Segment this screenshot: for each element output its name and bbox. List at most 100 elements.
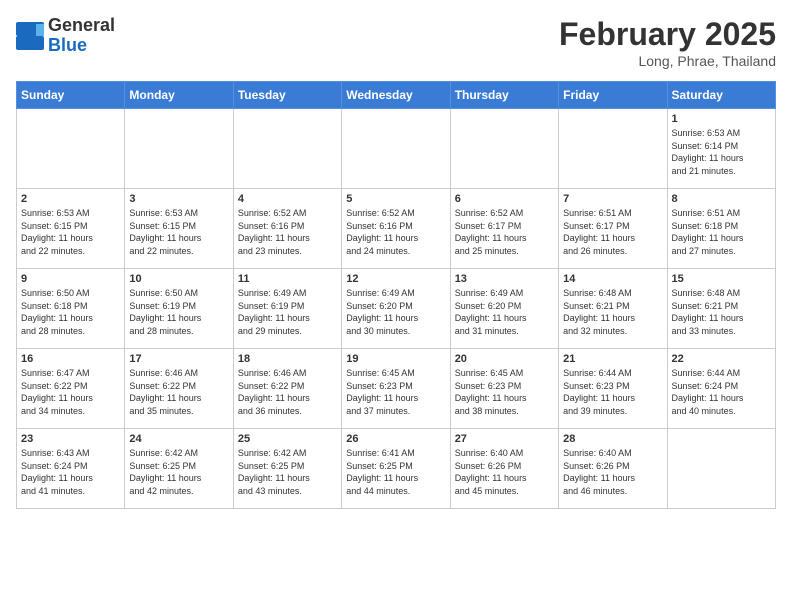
calendar-cell: 25 Sunrise: 6:42 AMSunset: 6:25 PMDayligh… (233, 429, 341, 509)
day-info: Sunrise: 6:51 AMSunset: 6:18 PMDaylight:… (672, 207, 771, 257)
day-number: 1 (672, 113, 771, 125)
calendar-cell: 7Sunrise: 6:51 AMSunset: 6:17 PMDaylight… (559, 189, 667, 269)
day-number: 27 (455, 433, 554, 445)
day-info: Sunrise: 6:44 AMSunset: 6:24 PMDaylight:… (672, 367, 771, 417)
day-number: 14 (563, 273, 662, 285)
day-info: Sunrise: 6:46 AMSunset: 6:22 PMDaylight:… (238, 367, 337, 417)
weekday-header: Saturday (667, 82, 775, 109)
calendar-header: SundayMondayTuesdayWednesdayThursdayFrid… (17, 82, 776, 109)
calendar-cell: 19 Sunrise: 6:45 AMSunset: 6:23 PMDayligh… (342, 349, 450, 429)
day-info: Sunrise: 6:40 AMSunset: 6:26 PMDaylight:… (455, 447, 554, 497)
calendar-cell: 9 Sunrise: 6:50 AMSunset: 6:18 PMDaylight… (17, 269, 125, 349)
day-info: Sunrise: 6:44 AMSunset: 6:23 PMDaylight:… (563, 367, 662, 417)
calendar-cell: 1Sunrise: 6:53 AMSunset: 6:14 PMDaylight… (667, 109, 775, 189)
weekday-header: Monday (125, 82, 233, 109)
calendar-week-row: 23 Sunrise: 6:43 AMSunset: 6:24 PMDayligh… (17, 429, 776, 509)
calendar-cell: 14 Sunrise: 6:48 AMSunset: 6:21 PMDayligh… (559, 269, 667, 349)
day-number: 5 (346, 193, 445, 205)
day-number: 10 (129, 273, 228, 285)
calendar-cell (125, 109, 233, 189)
day-number: 18 (238, 353, 337, 365)
title-block: February 2025 Long, Phrae, Thailand (559, 16, 776, 69)
day-info: Sunrise: 6:42 AMSunset: 6:25 PMDaylight:… (238, 447, 337, 497)
calendar-week-row: 1Sunrise: 6:53 AMSunset: 6:14 PMDaylight… (17, 109, 776, 189)
day-info: Sunrise: 6:52 AMSunset: 6:17 PMDaylight:… (455, 207, 554, 257)
calendar-subtitle: Long, Phrae, Thailand (559, 53, 776, 69)
calendar-cell (667, 429, 775, 509)
day-info: Sunrise: 6:53 AMSunset: 6:15 PMDaylight:… (129, 207, 228, 257)
day-number: 15 (672, 273, 771, 285)
calendar-table: SundayMondayTuesdayWednesdayThursdayFrid… (16, 81, 776, 509)
day-number: 24 (129, 433, 228, 445)
day-info: Sunrise: 6:47 AMSunset: 6:22 PMDaylight:… (21, 367, 120, 417)
calendar-cell: 22 Sunrise: 6:44 AMSunset: 6:24 PMDayligh… (667, 349, 775, 429)
calendar-cell: 17 Sunrise: 6:46 AMSunset: 6:22 PMDayligh… (125, 349, 233, 429)
calendar-cell: 23 Sunrise: 6:43 AMSunset: 6:24 PMDayligh… (17, 429, 125, 509)
day-number: 2 (21, 193, 120, 205)
day-number: 25 (238, 433, 337, 445)
day-info: Sunrise: 6:43 AMSunset: 6:24 PMDaylight:… (21, 447, 120, 497)
day-info: Sunrise: 6:53 AMSunset: 6:15 PMDaylight:… (21, 207, 120, 257)
weekday-header: Tuesday (233, 82, 341, 109)
day-info: Sunrise: 6:45 AMSunset: 6:23 PMDaylight:… (346, 367, 445, 417)
day-number: 23 (21, 433, 120, 445)
day-number: 4 (238, 193, 337, 205)
logo-text: General Blue (48, 16, 115, 56)
day-info: Sunrise: 6:49 AMSunset: 6:20 PMDaylight:… (346, 287, 445, 337)
day-number: 12 (346, 273, 445, 285)
day-number: 26 (346, 433, 445, 445)
day-number: 22 (672, 353, 771, 365)
day-info: Sunrise: 6:41 AMSunset: 6:25 PMDaylight:… (346, 447, 445, 497)
page-header: General Blue February 2025 Long, Phrae, … (16, 16, 776, 69)
calendar-cell: 28 Sunrise: 6:40 AMSunset: 6:26 PMDayligh… (559, 429, 667, 509)
calendar-cell (450, 109, 558, 189)
calendar-cell: 27 Sunrise: 6:40 AMSunset: 6:26 PMDayligh… (450, 429, 558, 509)
day-info: Sunrise: 6:45 AMSunset: 6:23 PMDaylight:… (455, 367, 554, 417)
day-info: Sunrise: 6:40 AMSunset: 6:26 PMDaylight:… (563, 447, 662, 497)
weekday-header-row: SundayMondayTuesdayWednesdayThursdayFrid… (17, 82, 776, 109)
day-number: 13 (455, 273, 554, 285)
day-info: Sunrise: 6:48 AMSunset: 6:21 PMDaylight:… (672, 287, 771, 337)
calendar-cell: 5Sunrise: 6:52 AMSunset: 6:16 PMDaylight… (342, 189, 450, 269)
calendar-cell: 26 Sunrise: 6:41 AMSunset: 6:25 PMDayligh… (342, 429, 450, 509)
day-number: 17 (129, 353, 228, 365)
logo-icon (16, 22, 44, 50)
day-info: Sunrise: 6:42 AMSunset: 6:25 PMDaylight:… (129, 447, 228, 497)
day-info: Sunrise: 6:48 AMSunset: 6:21 PMDaylight:… (563, 287, 662, 337)
day-number: 3 (129, 193, 228, 205)
calendar-cell: 11 Sunrise: 6:49 AMSunset: 6:19 PMDayligh… (233, 269, 341, 349)
weekday-header: Thursday (450, 82, 558, 109)
calendar-cell (17, 109, 125, 189)
day-number: 6 (455, 193, 554, 205)
calendar-cell (233, 109, 341, 189)
day-number: 7 (563, 193, 662, 205)
day-info: Sunrise: 6:46 AMSunset: 6:22 PMDaylight:… (129, 367, 228, 417)
calendar-week-row: 9 Sunrise: 6:50 AMSunset: 6:18 PMDaylight… (17, 269, 776, 349)
calendar-cell: 24 Sunrise: 6:42 AMSunset: 6:25 PMDayligh… (125, 429, 233, 509)
calendar-cell: 21Sunrise: 6:44 AMSunset: 6:23 PMDayligh… (559, 349, 667, 429)
calendar-cell: 12 Sunrise: 6:49 AMSunset: 6:20 PMDayligh… (342, 269, 450, 349)
day-number: 11 (238, 273, 337, 285)
day-info: Sunrise: 6:49 AMSunset: 6:19 PMDaylight:… (238, 287, 337, 337)
calendar-cell: 6 Sunrise: 6:52 AMSunset: 6:17 PMDaylight… (450, 189, 558, 269)
weekday-header: Wednesday (342, 82, 450, 109)
day-number: 19 (346, 353, 445, 365)
calendar-title: February 2025 (559, 16, 776, 53)
day-number: 16 (21, 353, 120, 365)
weekday-header: Sunday (17, 82, 125, 109)
calendar-body: 1Sunrise: 6:53 AMSunset: 6:14 PMDaylight… (17, 109, 776, 509)
calendar-cell: 18 Sunrise: 6:46 AMSunset: 6:22 PMDayligh… (233, 349, 341, 429)
day-info: Sunrise: 6:52 AMSunset: 6:16 PMDaylight:… (238, 207, 337, 257)
calendar-week-row: 2 Sunrise: 6:53 AMSunset: 6:15 PMDaylight… (17, 189, 776, 269)
day-number: 28 (563, 433, 662, 445)
calendar-cell: 16 Sunrise: 6:47 AMSunset: 6:22 PMDayligh… (17, 349, 125, 429)
day-info: Sunrise: 6:49 AMSunset: 6:20 PMDaylight:… (455, 287, 554, 337)
calendar-cell: 8Sunrise: 6:51 AMSunset: 6:18 PMDaylight… (667, 189, 775, 269)
calendar-cell: 20Sunrise: 6:45 AMSunset: 6:23 PMDayligh… (450, 349, 558, 429)
day-number: 9 (21, 273, 120, 285)
calendar-cell: 10Sunrise: 6:50 AMSunset: 6:19 PMDayligh… (125, 269, 233, 349)
logo: General Blue (16, 16, 115, 56)
calendar-cell: 2 Sunrise: 6:53 AMSunset: 6:15 PMDaylight… (17, 189, 125, 269)
calendar-week-row: 16 Sunrise: 6:47 AMSunset: 6:22 PMDayligh… (17, 349, 776, 429)
day-info: Sunrise: 6:50 AMSunset: 6:18 PMDaylight:… (21, 287, 120, 337)
